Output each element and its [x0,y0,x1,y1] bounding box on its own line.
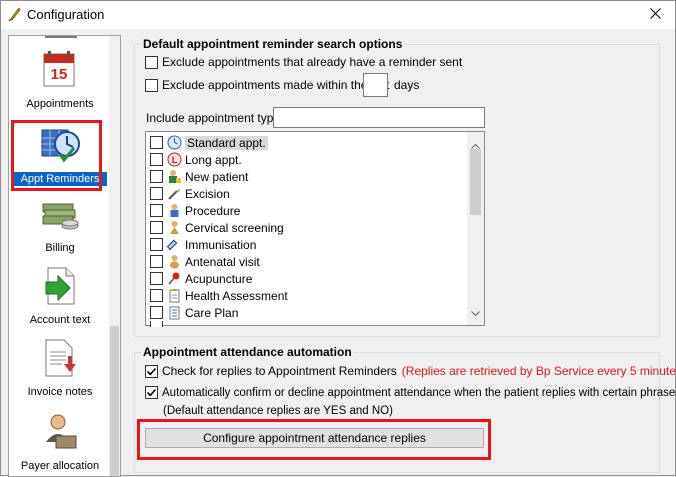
list-item-label: Health Assessment [185,288,288,303]
person-female-icon [167,220,182,235]
list-item-label: Standard appt. [185,135,268,150]
configure-attendance-replies-button[interactable]: Configure appointment attendance replies [145,428,484,448]
exclude-sent-checkbox[interactable] [145,55,158,69]
person-cashier-icon [40,412,80,452]
list-item[interactable]: New patient [150,168,248,185]
person-antenatal-icon [167,254,182,269]
clock-icon [167,135,182,150]
sidebar-item-label: Appointments [26,98,94,110]
list-item-checkbox[interactable] [150,321,163,327]
sidebar-item-label: Invoice notes [27,386,93,398]
exclude-sent-row[interactable]: Exclude appointments that already have a… [145,55,462,69]
list-item[interactable]: Immunisation [150,236,256,253]
exclude-recent-row[interactable]: Exclude appointments made within the las… [145,78,389,92]
list-item-checkbox[interactable] [150,289,163,302]
list-item[interactable]: Cervical screening [150,219,284,236]
category-sidebar[interactable]: 15 Appointments Appt Reminders Billing A… [8,35,121,477]
list-item[interactable]: Care Plan [150,304,238,321]
list-item-checkbox[interactable] [150,238,163,251]
include-type-input[interactable] [273,107,485,128]
svg-text:L: L [172,155,178,165]
list-item-label: Care Plan [185,305,239,320]
sidebar-item-billing[interactable]: Billing [11,190,109,260]
calendar-icon: 15 [40,50,80,90]
list-item-checkbox[interactable] [150,272,163,285]
list-item[interactable]: Excision [150,185,230,202]
list-item-checkbox[interactable] [150,306,163,319]
days-input[interactable] [363,73,388,97]
list-item-checkbox[interactable] [150,170,163,183]
list-item-label: Excision [185,186,230,201]
exclude-recent-checkbox[interactable] [145,78,158,92]
list-item-label: New patient [185,169,249,184]
appointment-type-list[interactable]: Standard appt. L Long appt. New patient … [145,131,485,327]
scalpel-icon [167,186,182,201]
money-stack-icon [40,194,80,234]
clipboard-icon [167,288,182,303]
sidebar-item-label: Billing [45,242,75,254]
document-list-icon [40,338,80,378]
app-feather-icon [7,6,23,22]
group-title: Default appointment reminder search opti… [141,37,405,51]
type-list-scroll-thumb[interactable] [470,149,481,215]
list-item-label: Acupuncture [185,271,253,286]
exclude-recent-label: Exclude appointments made within the las… [162,78,390,92]
check-replies-note: (Replies are retrieved by Bp Service eve… [401,364,676,378]
list-item-label: Immunisation [185,237,257,252]
type-list-scrollbar[interactable] [467,132,484,325]
include-type-label: Include appointment type: [146,111,284,125]
sidebar-item-payer-allocation[interactable]: Payer allocation [11,408,109,476]
days-label: days [394,78,420,92]
acupuncture-pin-icon [167,271,182,286]
list-item[interactable]: Antenatal visit [150,253,260,270]
list-item[interactable]: Standard appt. [150,134,268,151]
auto-confirm-label: Automatically confirm or decline appoint… [162,386,676,399]
auto-confirm-checkbox[interactable] [145,386,158,399]
sidebar-item-label: Payer allocation [20,460,100,472]
list-item-partial[interactable] [150,321,167,327]
list-item-label: Long appt. [185,152,242,167]
window-title: Configuration [27,7,105,22]
group-title: Appointment attendance automation [141,345,354,359]
check-replies-row[interactable]: Check for replies to Appointment Reminde… [145,364,676,378]
list-item-checkbox[interactable] [150,255,163,268]
list-item[interactable]: L Long appt. [150,151,242,168]
list-item-label: Procedure [185,203,241,218]
title-bar: Configuration [1,1,675,29]
configuration-window: Configuration 15 Appointments Appt Remin… [0,0,676,477]
list-item-checkbox[interactable] [150,221,163,234]
sidebar-scroll-thumb[interactable] [110,326,119,476]
selected-item-highlight [11,120,102,191]
list-item[interactable]: Health Assessment [150,287,288,304]
list-item-checkbox[interactable] [150,153,163,166]
sidebar-item-label: Account text [29,314,91,326]
long-appt-icon: L [167,152,182,167]
scroll-down-icon[interactable] [471,305,480,319]
sidebar-item-invoice-notes[interactable]: Invoice notes [11,334,109,404]
check-replies-checkbox[interactable] [145,364,158,378]
svg-text:15: 15 [51,66,68,83]
list-item[interactable]: Acupuncture [150,270,252,287]
care-plan-icon [167,305,182,320]
new-patient-icon [167,169,182,184]
check-replies-label: Check for replies to Appointment Reminde… [162,364,397,378]
sidebar-item-appointments[interactable]: 15 Appointments [11,46,109,116]
syringe-icon [166,237,182,252]
sidebar-scrollbar[interactable] [109,36,120,476]
default-replies-note: (Default attendance replies are YES and … [163,405,393,417]
auto-confirm-row[interactable]: Automatically confirm or decline appoint… [145,386,676,399]
list-item-label: Antenatal visit [185,254,260,269]
list-item-checkbox[interactable] [150,187,163,200]
sidebar-item-account-text[interactable]: Account text [11,262,109,332]
list-item-checkbox[interactable] [150,204,163,217]
list-item-checkbox[interactable] [150,136,163,149]
exclude-sent-label: Exclude appointments that already have a… [162,55,463,69]
close-icon [649,8,661,22]
document-arrow-icon [40,266,80,306]
person-procedure-icon [167,203,182,218]
list-item[interactable]: Procedure [150,202,240,219]
close-button[interactable] [635,1,675,29]
list-item-label: Cervical screening [185,220,284,235]
sidebar-item-partial[interactable] [41,36,81,42]
